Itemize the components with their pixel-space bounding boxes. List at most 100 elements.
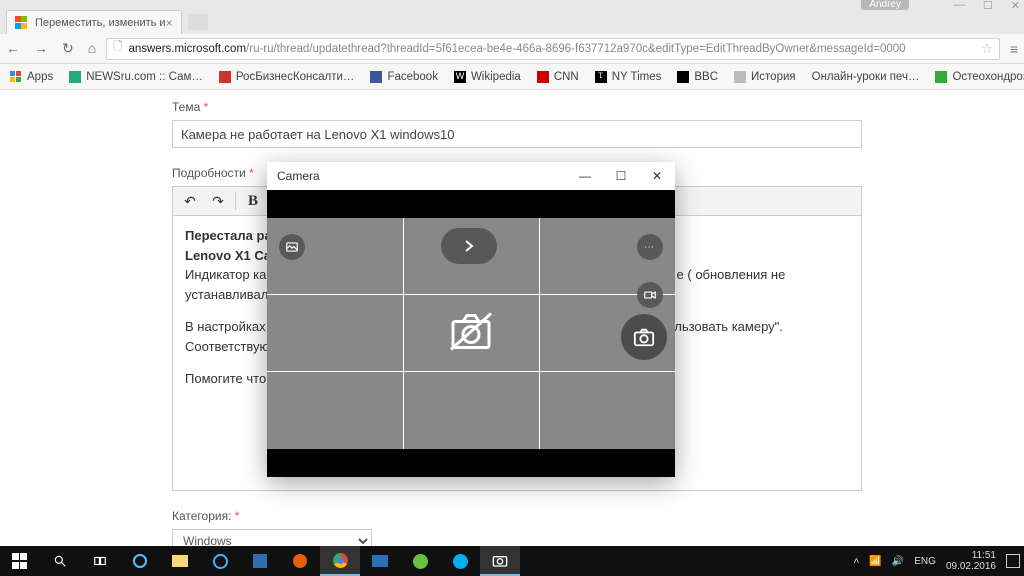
tab-close-button[interactable]: ×: [166, 16, 173, 30]
bookmark-favicon-icon: [935, 71, 947, 83]
reload-button[interactable]: ↻: [62, 40, 74, 57]
os-close-button[interactable]: ✕: [1011, 0, 1020, 12]
taskbar-skype[interactable]: [440, 546, 480, 576]
taskbar-mozilla[interactable]: [280, 546, 320, 576]
bookmark-item[interactable]: Facebook: [370, 71, 438, 83]
back-button[interactable]: ←: [6, 40, 20, 57]
bookmark-label: NY Times: [612, 71, 662, 83]
chrome-icon: [333, 553, 348, 568]
bookmark-item[interactable]: Онлайн-уроки печ…: [812, 71, 920, 83]
bookmarks-bar: Apps NEWSru.com :: Сам… РосБизнесКонсалт…: [0, 64, 1024, 90]
task-view-button[interactable]: [80, 546, 120, 576]
details-label-text: Подробности: [172, 166, 246, 180]
undo-button[interactable]: ↶: [179, 190, 201, 212]
tray-overflow-button[interactable]: ˄: [854, 556, 860, 567]
browser-tab-title: Переместить, изменить и: [35, 17, 166, 29]
tray-network-icon[interactable]: 📶: [869, 556, 881, 567]
bold-button[interactable]: B: [242, 190, 264, 212]
os-maximize-button[interactable]: ☐: [983, 0, 993, 12]
category-label: Категория: *: [172, 509, 862, 523]
utorrent-icon: [413, 554, 428, 569]
toolbar-separator: [235, 192, 236, 210]
apps-shortcut[interactable]: Apps: [10, 71, 53, 83]
bookmark-label: Facebook: [387, 71, 438, 83]
topic-input[interactable]: [172, 120, 862, 148]
bookmark-favicon-icon: [677, 71, 689, 83]
bookmark-item[interactable]: WWikipedia: [454, 71, 521, 83]
camera-minimize-button[interactable]: —: [567, 162, 603, 190]
topic-label: Тема *: [172, 100, 862, 114]
home-button[interactable]: ⌂: [88, 40, 96, 57]
bookmark-item[interactable]: NEWSru.com :: Сам…: [69, 71, 203, 83]
video-mode-button[interactable]: [637, 282, 663, 308]
bookmark-label: Остеохондроз, здо…: [952, 71, 1024, 83]
browser-tab[interactable]: Переместить, изменить и ×: [6, 10, 182, 34]
action-center-button[interactable]: [1006, 554, 1020, 568]
bookmark-favicon-icon: [370, 71, 382, 83]
camera-maximize-button[interactable]: ☐: [603, 162, 639, 190]
required-icon: *: [249, 166, 254, 180]
camera-app-window: Camera — ☐ ✕: [267, 162, 675, 477]
bookmark-label: CNN: [554, 71, 579, 83]
bookmark-item[interactable]: CNN: [537, 71, 579, 83]
browser-menu-button[interactable]: ≡: [1010, 41, 1018, 57]
taskbar-mail[interactable]: [360, 546, 400, 576]
camera-icon: [492, 553, 508, 567]
camera-close-button[interactable]: ✕: [639, 162, 675, 190]
tray-language[interactable]: ENG: [914, 556, 936, 567]
cortana-icon: [133, 554, 147, 568]
bookmark-item[interactable]: TNY Times: [595, 71, 662, 83]
redo-button[interactable]: ↷: [207, 190, 229, 212]
camera-title: Camera: [277, 169, 320, 183]
start-button[interactable]: [0, 546, 40, 576]
windows-logo-icon: [12, 553, 28, 569]
clock-time: 11:51: [946, 550, 996, 562]
expand-panel-button[interactable]: [441, 228, 497, 264]
bookmark-favicon-icon: [537, 71, 549, 83]
taskbar-camera[interactable]: [480, 546, 520, 576]
browser-toolbar: ← → ↻ ⌂ 🗋 answers.microsoft.com /ru-ru/t…: [0, 34, 1024, 64]
shutter-button[interactable]: [621, 314, 667, 360]
bookmark-item[interactable]: Остеохондроз, здо…: [935, 71, 1024, 83]
taskbar-store[interactable]: [240, 546, 280, 576]
taskbar-utorrent[interactable]: [400, 546, 440, 576]
taskbar-chrome[interactable]: [320, 546, 360, 576]
camera-more-button[interactable]: ⋯: [637, 234, 663, 260]
apps-icon: [10, 71, 22, 83]
forward-button[interactable]: →: [34, 40, 48, 57]
store-icon: [253, 554, 267, 568]
skype-icon: [453, 554, 468, 569]
bookmark-favicon-icon: [69, 71, 81, 83]
required-icon: *: [235, 509, 240, 523]
grid-line: [267, 294, 675, 295]
os-minimize-button[interactable]: —: [954, 0, 965, 12]
browser-tabstrip: Переместить, изменить и ×: [0, 8, 1024, 34]
required-icon: *: [204, 100, 209, 114]
bookmark-label: NEWSru.com :: Сам…: [86, 71, 203, 83]
url-host: answers.microsoft.com: [128, 43, 246, 55]
bookmark-item[interactable]: История: [734, 71, 796, 83]
new-tab-button[interactable]: [188, 14, 208, 30]
bookmark-label: Онлайн-уроки печ…: [812, 71, 920, 83]
grid-line: [539, 218, 540, 449]
ms-favicon-icon: [15, 16, 29, 30]
tray-volume-icon[interactable]: 🔊: [892, 556, 904, 567]
grid-line: [403, 218, 404, 449]
letterbox-bar: [267, 449, 675, 477]
task-view-icon: [93, 554, 107, 568]
address-bar[interactable]: 🗋 answers.microsoft.com /ru-ru/thread/up…: [106, 38, 1000, 60]
bookmark-star-icon[interactable]: ☆: [981, 41, 993, 57]
taskbar-explorer[interactable]: [160, 546, 200, 576]
taskbar-edge[interactable]: [200, 546, 240, 576]
bookmark-label: BBC: [694, 71, 718, 83]
bookmark-label: Wikipedia: [471, 71, 521, 83]
taskbar-cortana[interactable]: [120, 546, 160, 576]
bookmark-item[interactable]: РосБизнесКонсалти…: [219, 71, 355, 83]
camera-titlebar[interactable]: Camera — ☐ ✕: [267, 162, 675, 190]
mozilla-icon: [293, 554, 307, 568]
taskbar-clock[interactable]: 11:51 09.02.2016: [946, 550, 996, 573]
mail-icon: [372, 555, 388, 567]
gallery-button[interactable]: [279, 234, 305, 260]
bookmark-item[interactable]: BBC: [677, 71, 718, 83]
search-button[interactable]: [40, 546, 80, 576]
